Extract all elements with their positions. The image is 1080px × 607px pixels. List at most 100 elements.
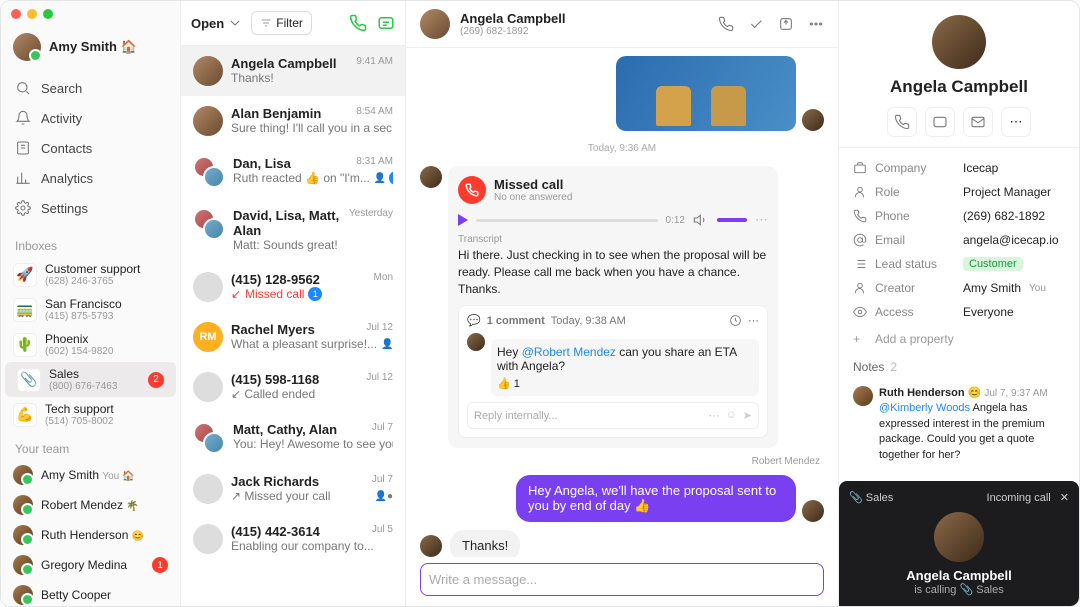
- call-icon[interactable]: [718, 16, 734, 32]
- analytics-icon: [15, 170, 31, 186]
- volume-icon[interactable]: [693, 212, 709, 228]
- current-user[interactable]: Amy Smith 🏠: [1, 27, 180, 67]
- add-property[interactable]: +Add a property: [839, 332, 1079, 354]
- mention[interactable]: @Robert Mendez: [522, 345, 616, 359]
- person-icon: [853, 185, 867, 199]
- at-icon: [853, 233, 867, 247]
- note-item: Ruth Henderson 😊 Jul 7, 9:37 AM @Kimberl…: [839, 380, 1079, 469]
- group-avatar: [193, 422, 225, 454]
- profile-email-button[interactable]: [963, 107, 993, 137]
- close-toast[interactable]: ✕: [1060, 492, 1069, 504]
- mention[interactable]: @Kimberly Woods: [879, 402, 970, 414]
- property-row[interactable]: RoleProject Manager: [853, 180, 1065, 204]
- property-row[interactable]: Phone(269) 682-1892: [853, 204, 1065, 228]
- new-message-icon[interactable]: [377, 14, 395, 32]
- reply-more-icon[interactable]: ⋯: [709, 409, 720, 422]
- inbox-item[interactable]: 💪Tech support(514) 705-8002: [1, 397, 180, 432]
- profile-call-button[interactable]: [887, 107, 917, 137]
- conversation-item[interactable]: (415) 598-1168Jul 12↙ Called ended: [181, 362, 405, 412]
- nav-analytics[interactable]: Analytics: [1, 163, 180, 193]
- unread-badge: 1: [152, 557, 168, 573]
- more-icon[interactable]: [808, 16, 824, 32]
- nav-search[interactable]: Search: [1, 73, 180, 103]
- anon-avatar: [193, 524, 223, 554]
- conversation-item[interactable]: David, Lisa, Matt, AlanYesterdayMatt: So…: [181, 198, 405, 262]
- team-member[interactable]: Betty Cooper: [1, 580, 180, 607]
- profile-message-button[interactable]: [925, 107, 955, 137]
- profile-name: Angela Campbell: [890, 77, 1028, 97]
- filter-icon: [260, 17, 272, 29]
- missed-call-icon: [458, 176, 486, 204]
- archive-icon[interactable]: [778, 16, 794, 32]
- volume-slider[interactable]: [717, 218, 747, 222]
- contact-avatar: [420, 9, 450, 39]
- close-window[interactable]: [11, 9, 21, 19]
- chat-phone: (269) 682-1892: [460, 26, 565, 37]
- message-input[interactable]: Write a message...: [420, 563, 824, 596]
- anon-avatar: [193, 272, 223, 302]
- conversation-item[interactable]: RMRachel MyersJul 12What a pleasant surp…: [181, 312, 405, 362]
- team-member[interactable]: Ruth Henderson 😊: [1, 520, 180, 550]
- shared-image[interactable]: [616, 56, 796, 131]
- inbox-emoji: 📎: [17, 368, 41, 392]
- member-avatar: [13, 555, 33, 575]
- emoji-icon[interactable]: ☺: [726, 409, 737, 422]
- profile-avatar: [932, 15, 986, 69]
- filter-button[interactable]: Filter: [251, 11, 312, 35]
- new-call-icon[interactable]: [349, 14, 367, 32]
- play-voicemail[interactable]: [458, 214, 468, 226]
- clock-icon[interactable]: [729, 314, 742, 327]
- thread-more-icon[interactable]: ⋯: [748, 314, 759, 327]
- incoming-message: Thanks!: [450, 530, 520, 557]
- unread-count: 1: [308, 287, 322, 301]
- conversation-item[interactable]: (415) 128-9562Mon↙ Missed call1: [181, 262, 405, 312]
- team-member[interactable]: Robert Mendez 🌴: [1, 490, 180, 520]
- conversation-item[interactable]: Jack RichardsJul 7↗ Missed your call👤●: [181, 464, 405, 514]
- team-member[interactable]: Gregory Medina1: [1, 550, 180, 580]
- nav-gear[interactable]: Settings: [1, 193, 180, 223]
- team-member[interactable]: Amy Smith You 🏠: [1, 460, 180, 490]
- inbox-item[interactable]: 🚃San Francisco(415) 875-5793: [1, 292, 180, 327]
- nav-contacts[interactable]: Contacts: [1, 133, 180, 163]
- inbox-item[interactable]: 📎Sales(800) 676-74632: [5, 362, 176, 397]
- sender-avatar: [802, 500, 824, 522]
- voicemail-more-icon[interactable]: ⋯: [755, 212, 768, 228]
- send-icon[interactable]: ➤: [743, 409, 752, 422]
- conversation-item[interactable]: Matt, Cathy, AlanJul 7You: Hey! Awesome …: [181, 412, 405, 464]
- property-row[interactable]: CreatorAmy Smith You: [853, 276, 1065, 300]
- chevron-down-icon: [227, 15, 243, 31]
- missed-call-card: Missed call No one answered 0:12 ⋯ Trans…: [448, 166, 778, 448]
- chat-title: Angela Campbell: [460, 11, 565, 26]
- conversation-item[interactable]: (415) 442-3614Jul 5Enabling our company …: [181, 514, 405, 564]
- inbox-emoji: 🚃: [13, 298, 37, 322]
- minimize-window[interactable]: [27, 9, 37, 19]
- property-row[interactable]: AccessEveryone: [853, 300, 1065, 324]
- internal-reply-input[interactable]: Reply internally... ⋯ ☺ ➤: [467, 402, 759, 429]
- contact-avatar: [193, 56, 223, 86]
- contact-panel: Angela Campbell ⋯ CompanyIcecapRoleProje…: [839, 1, 1079, 606]
- notes-header: Notes2: [839, 354, 1079, 380]
- open-filter-dropdown[interactable]: Open: [191, 15, 243, 31]
- reaction[interactable]: 👍 1: [497, 377, 753, 390]
- image-message: [616, 56, 824, 131]
- mark-done-icon[interactable]: [748, 16, 764, 32]
- conversation-item[interactable]: Dan, Lisa8:31 AMRuth reacted 👍 on "I'm..…: [181, 146, 405, 198]
- property-row[interactable]: Lead statusCustomer: [853, 252, 1065, 276]
- member-avatar: [13, 465, 33, 485]
- conversation-item[interactable]: Angela Campbell9:41 AMThanks!: [181, 46, 405, 96]
- audio-track[interactable]: [476, 219, 658, 222]
- profile-more-button[interactable]: ⋯: [1001, 107, 1031, 137]
- maximize-window[interactable]: [43, 9, 53, 19]
- window-controls: [1, 1, 180, 27]
- contact-avatar: [420, 535, 442, 557]
- nav-bell[interactable]: Activity: [1, 103, 180, 133]
- property-row[interactable]: Emailangela@icecap.io: [853, 228, 1065, 252]
- property-row[interactable]: CompanyIcecap: [853, 156, 1065, 180]
- member-avatar: [13, 495, 33, 515]
- member-avatar: [13, 585, 33, 605]
- inboxes-header: Inboxes: [1, 229, 180, 257]
- commenter-avatar: [467, 333, 485, 351]
- inbox-item[interactable]: 🌵Phoenix(602) 154-9820: [1, 327, 180, 362]
- inbox-item[interactable]: 🚀Customer support(628) 246-3765: [1, 257, 180, 292]
- conversation-item[interactable]: Alan Benjamin8:54 AMSure thing! I'll cal…: [181, 96, 405, 146]
